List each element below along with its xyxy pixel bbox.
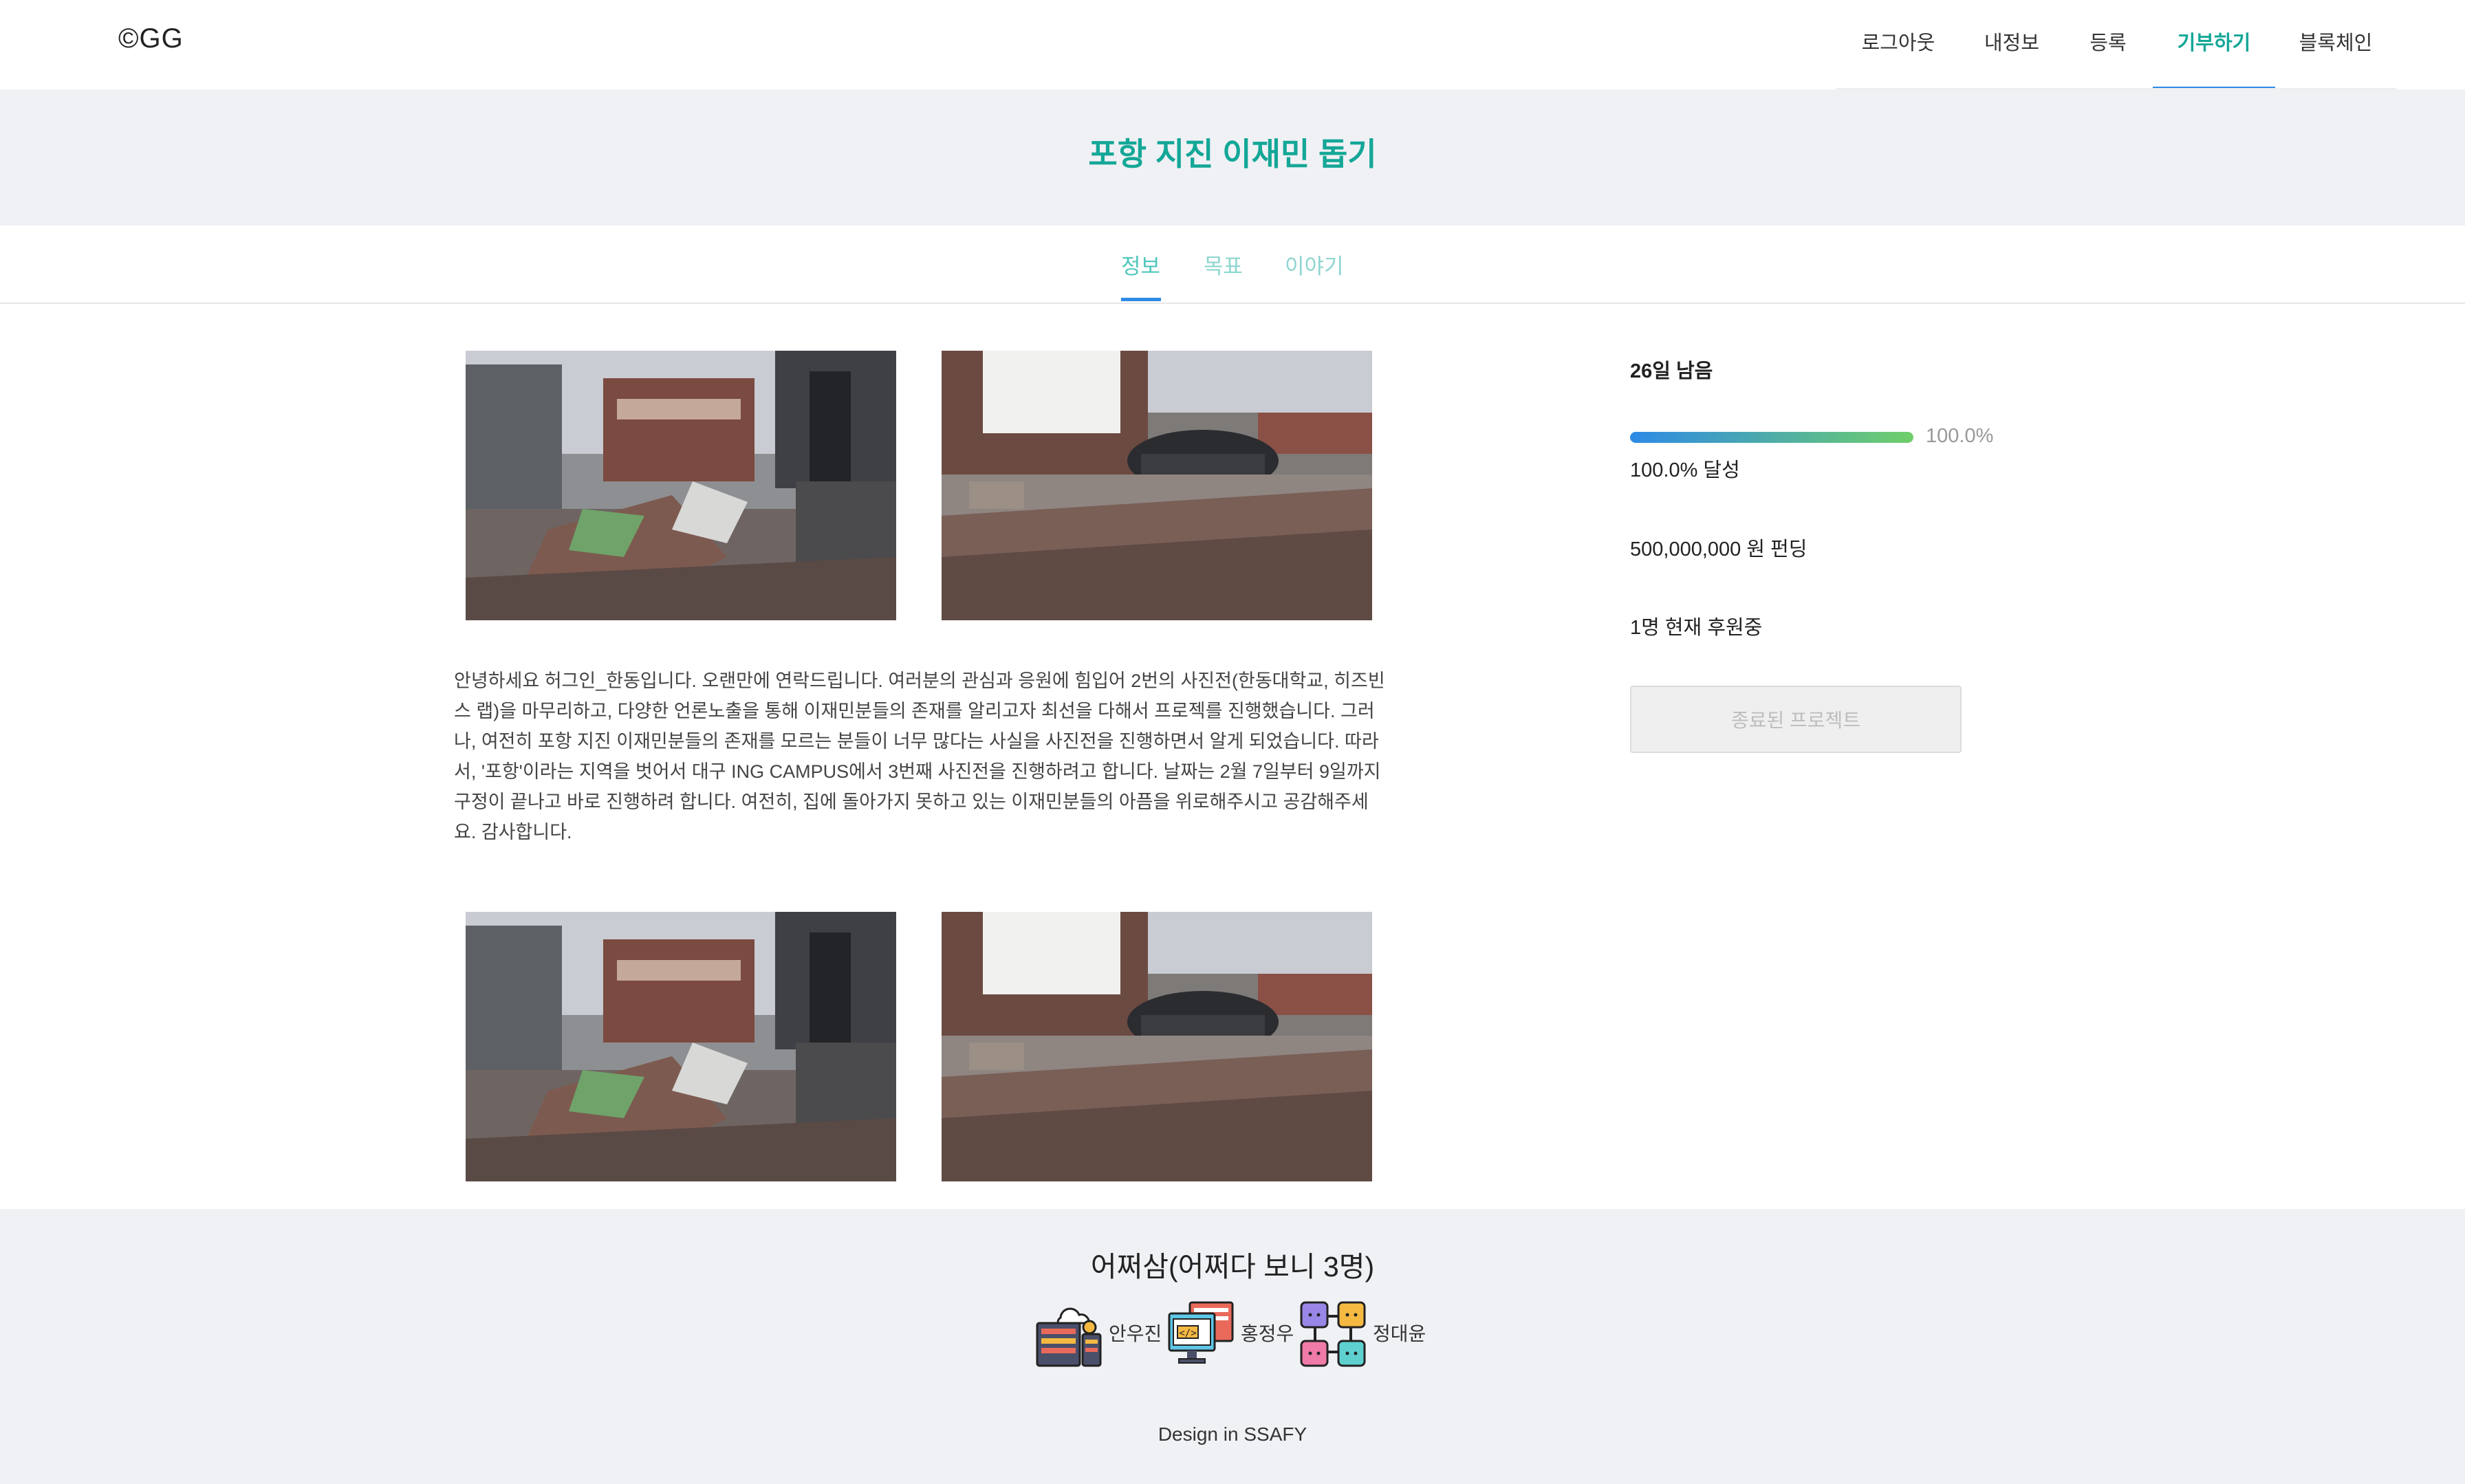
rubble-photo-car-2	[942, 912, 1372, 1181]
svg-text:</>: </>	[1179, 1328, 1196, 1339]
ended-project-button[interactable]: 종료된 프로젝트	[1630, 686, 1962, 753]
nav-blockchain[interactable]: 블록체인	[2293, 0, 2378, 89]
tab-underline	[1121, 298, 1161, 301]
tab-bar: 정보 목표 이야기	[0, 226, 2465, 304]
nav-register[interactable]: 등록	[2084, 0, 2132, 89]
member-name-1: 안우진	[1109, 1323, 1162, 1344]
progress-percent: 100.0%	[1926, 425, 1994, 447]
story-text: 안녕하세요 허그인_한동입니다. 오랜만에 연락드립니다. 여러분의 관심과 응…	[454, 670, 1385, 842]
nav-logout[interactable]: 로그아웃	[1857, 0, 1940, 89]
supporter-count: 1명 현재 후원중	[1630, 617, 1763, 639]
nav-my-info[interactable]: 내정보	[1975, 0, 2048, 89]
nav-donate[interactable]: 기부하기	[2153, 0, 2275, 89]
member-name-2: 홍정우	[1241, 1323, 1294, 1344]
funding-progress-bar	[1630, 432, 1913, 443]
tab-goal[interactable]: 목표	[1204, 249, 1243, 280]
rubble-photo-house-2	[466, 912, 896, 1181]
footer: 어쩌삼(어쩌다 보니 3명) 안우진 </> 홍정우 정대윤 Design in…	[0, 1209, 2465, 1484]
logo[interactable]: ©GG	[118, 23, 184, 54]
member-name-3: 정대윤	[1373, 1323, 1426, 1344]
funding-amount: 500,000,000 원 펀딩	[1630, 538, 1807, 560]
title-band: 포항 지진 이재민 돕기	[0, 89, 2465, 226]
rubble-photo-car	[942, 351, 1372, 620]
server-cloud-icon	[1033, 1298, 1105, 1370]
footer-credit: Design in SSAFY	[1158, 1423, 1307, 1445]
network-nodes-icon	[1297, 1298, 1369, 1370]
top-navbar: ©GG 로그아웃 내정보 등록 기부하기 블록체인	[0, 0, 2465, 89]
page-title: 포항 지진 이재민 돕기	[1088, 136, 1377, 172]
tab-story[interactable]: 이야기	[1285, 249, 1344, 280]
funding-progress-fill	[1630, 432, 1913, 443]
achieved-text: 100.0% 달성	[1630, 459, 1740, 481]
days-left: 26일 남음	[1630, 360, 1713, 382]
rubble-photo-house	[466, 351, 896, 620]
team-name: 어쩌삼(어쩌다 보니 3명)	[1090, 1251, 1375, 1283]
tab-info[interactable]: 정보	[1121, 249, 1160, 280]
code-monitor-icon: </>	[1165, 1298, 1237, 1370]
